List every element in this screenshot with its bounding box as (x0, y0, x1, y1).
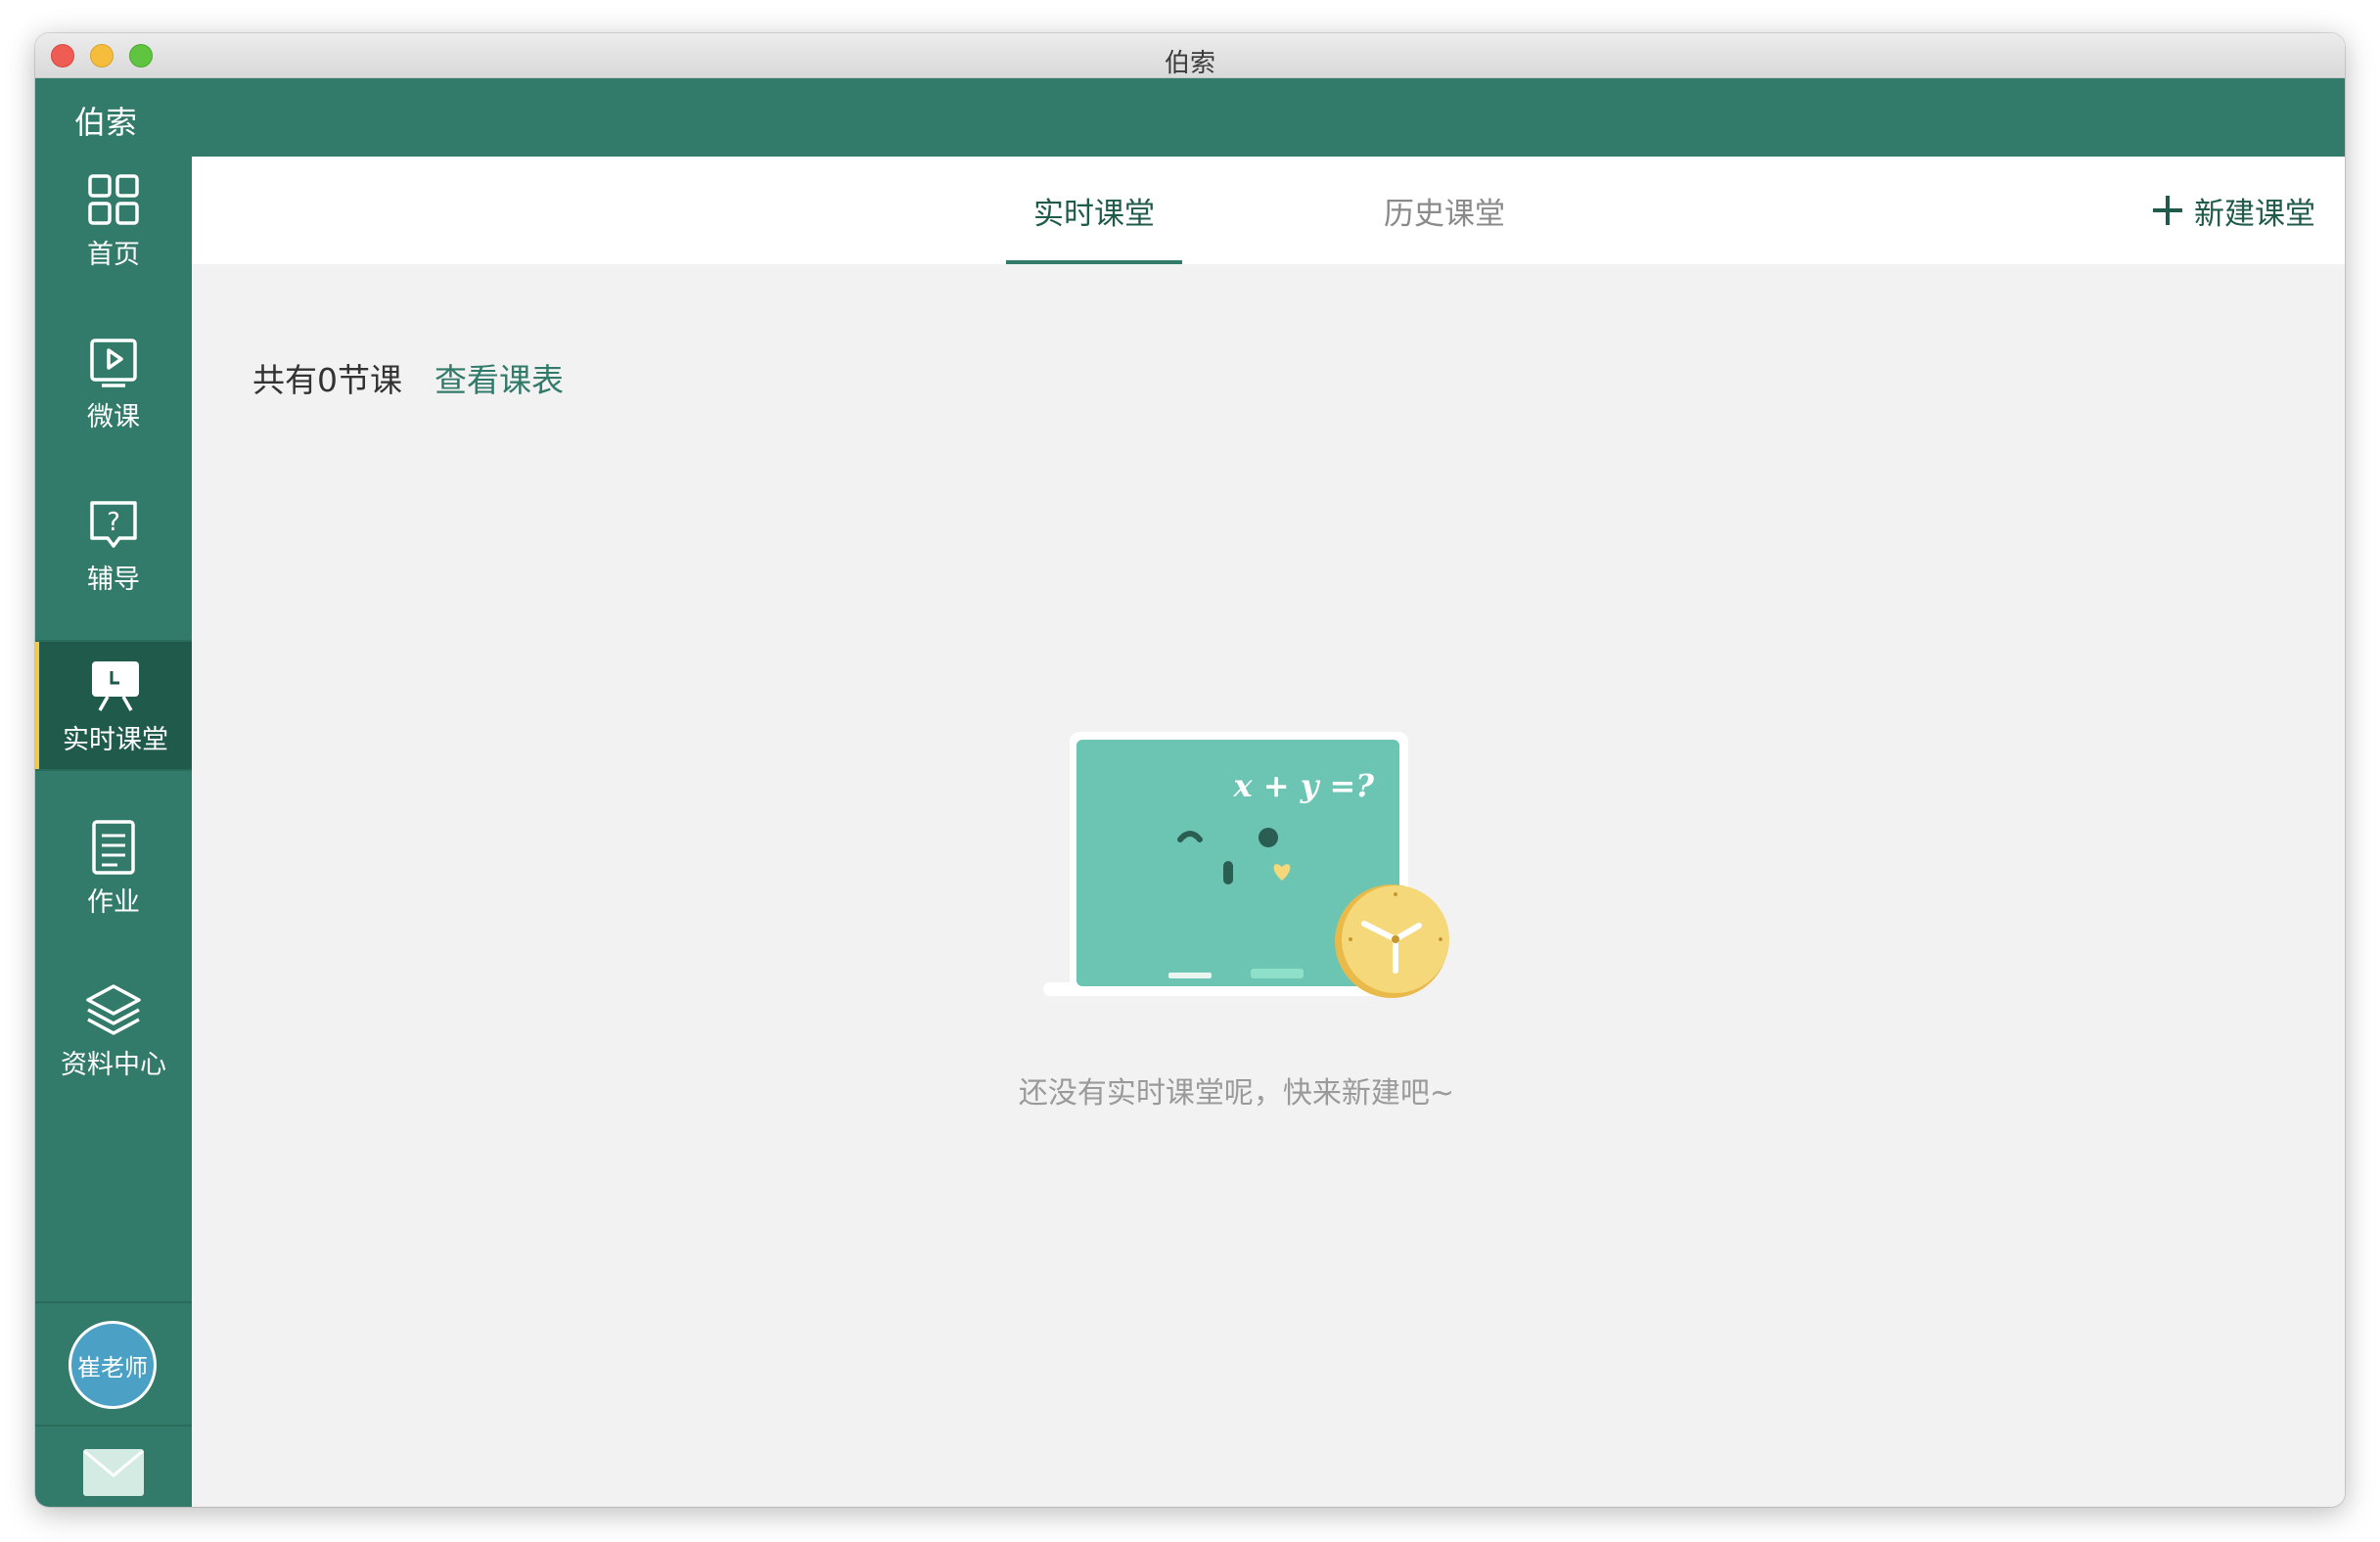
sidebar-item-label: 实时课堂 (63, 724, 168, 755)
view-schedule-link[interactable]: 查看课表 (435, 354, 564, 401)
tab-live-classroom[interactable]: 实时课堂 (1006, 157, 1182, 264)
live-classroom-icon (92, 660, 139, 711)
sidebar-item-label: 首页 (87, 239, 140, 270)
sidebar-divider (35, 1301, 192, 1303)
main-content: 共有0节课 查看课表 x + y =? 还没有实时课堂呢，快来新建吧~ (192, 264, 2345, 1507)
sidebar-item-label: 微课 (87, 401, 140, 432)
sidebar-item-home[interactable]: 首页 (35, 157, 192, 284)
sidebar-item-micro-course[interactable]: 微课 (35, 319, 192, 446)
sidebar-item-resource-center[interactable]: 资料中心 (35, 967, 192, 1094)
tab-bar: 实时课堂 历史课堂 新建课堂 (192, 157, 2345, 264)
mail-icon[interactable] (82, 1448, 145, 1497)
app-header: 伯索 (35, 78, 2345, 157)
sidebar-item-label: 资料中心 (61, 1049, 166, 1080)
board-formula: x + y =? (1233, 767, 1375, 804)
plus-icon (2153, 196, 2182, 225)
sidebar-item-live-classroom[interactable]: 实时课堂 (35, 642, 192, 769)
lesson-count: 共有0节课 (252, 361, 402, 399)
sidebar: 首页 微课 ? 辅导 实时课堂 作业 资料中心 崔老师 (35, 157, 192, 1507)
sidebar-item-homework[interactable]: 作业 (35, 804, 192, 931)
sidebar-item-tutoring[interactable]: ? 辅导 (35, 481, 192, 609)
empty-state-message: 还没有实时课堂呢，快来新建吧~ (1018, 1076, 1454, 1111)
new-classroom-label: 新建课堂 (2194, 196, 2315, 232)
user-avatar[interactable]: 崔老师 (69, 1321, 157, 1409)
sidebar-divider (35, 769, 192, 771)
tab-history-classroom[interactable]: 历史课堂 (1356, 157, 1533, 264)
svg-text:?: ? (107, 508, 120, 537)
question-chat-icon: ? (90, 500, 137, 548)
window-title: 伯索 (1164, 49, 1215, 78)
empty-classroom-illustration: x + y =? (1043, 732, 1449, 998)
new-classroom-button[interactable]: 新建课堂 (2151, 186, 2315, 235)
title-bar: 伯索 (35, 33, 2345, 78)
app-window: 伯索 伯索 首页 微课 ? 辅导 实时课堂 作业 资料中心 崔老师 实时课堂 历… (35, 33, 2345, 1507)
layers-icon (86, 983, 141, 1035)
home-grid-icon (88, 173, 139, 225)
play-video-icon (90, 338, 137, 387)
sidebar-divider (35, 1425, 192, 1427)
sidebar-item-label: 辅导 (87, 564, 140, 595)
document-list-icon (92, 819, 135, 875)
app-name: 伯索 (74, 104, 138, 141)
sidebar-item-label: 作业 (87, 886, 140, 918)
